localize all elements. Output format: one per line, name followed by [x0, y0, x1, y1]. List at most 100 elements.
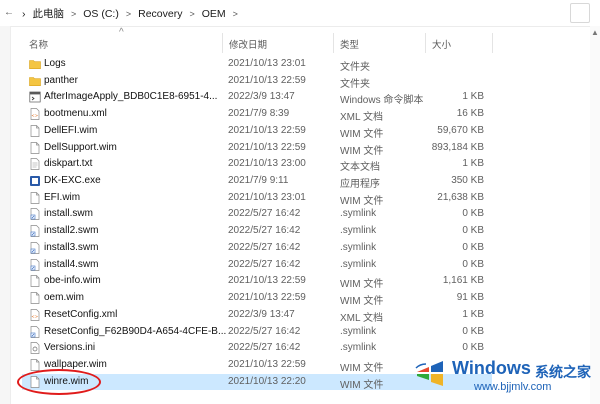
column-name[interactable]: 名称 [29, 37, 48, 51]
file-name: ResetConfig.xml [44, 308, 118, 320]
exe-icon [29, 175, 41, 187]
symlink-icon [29, 208, 41, 221]
file-name: AfterImageApply_BDB0C1E8-6951-4... [44, 91, 218, 103]
file-type: XML 文档 [340, 112, 383, 124]
column-divider[interactable] [425, 33, 426, 53]
file-name: oem.wim [44, 292, 85, 304]
file-date: 2021/10/13 22:20 [228, 375, 306, 387]
file-row[interactable]: ResetConfig_F62B90D4-A654-4CFE-B... 2022/… [22, 324, 492, 340]
file-name: DellEFI.wim [44, 124, 98, 136]
file-name: install4.swm [44, 258, 99, 270]
file-type: .symlink [340, 241, 377, 253]
breadcrumb-item[interactable]: 此电脑 [33, 6, 65, 21]
file-size: 1 KB [462, 158, 484, 170]
svg-text:<>: <> [31, 113, 38, 118]
file-type: WIM 文件 [340, 195, 384, 207]
file-size: 1 KB [462, 91, 484, 103]
column-header: ^ 名称 修改日期 类型 大小 [0, 26, 600, 56]
watermark-url: www.bjjmlv.com [474, 381, 552, 393]
watermark: Windows 系统之家 www.bjjmlv.com [414, 354, 600, 398]
file-type: .symlink [340, 208, 377, 220]
file-size: 893,184 KB [431, 141, 484, 153]
file-type: .symlink [340, 325, 377, 337]
file-type: 文本文档 [340, 162, 380, 174]
symlink-icon [29, 225, 41, 238]
file-date: 2022/3/9 13:47 [228, 91, 295, 103]
file-size: 1 KB [462, 308, 484, 320]
file-row[interactable]: Logs 2021/10/13 23:01 文件夹 [22, 56, 492, 73]
file-size: 0 KB [462, 325, 484, 337]
file-row[interactable]: AfterImageApply_BDB0C1E8-6951-4... 2022/3… [22, 89, 492, 106]
xml-icon: <> [29, 308, 41, 321]
breadcrumb-item[interactable]: OEM [202, 8, 226, 20]
highlight-circle [17, 369, 101, 395]
file-row[interactable]: panther 2021/10/13 22:59 文件夹 [22, 73, 492, 90]
file-row[interactable]: DellSupport.wim 2021/10/13 22:59 WIM 文件 893… [22, 140, 492, 157]
address-bar[interactable]: ← › 此电脑 > OS (C:) > Recovery > OEM > [0, 0, 600, 27]
file-size: 0 KB [462, 208, 484, 220]
breadcrumb-item[interactable]: OS (C:) [83, 8, 119, 20]
file-row[interactable]: obe-info.wim 2021/10/13 22:59 WIM 文件 1,161 … [22, 273, 492, 290]
file-name: install.swm [44, 208, 93, 220]
file-icon [29, 125, 41, 137]
file-row[interactable]: install2.swm 2022/5/27 16:42 .symlink 0 KB [22, 223, 492, 239]
column-divider[interactable] [333, 33, 334, 53]
file-type: WIM 文件 [340, 145, 384, 157]
file-date: 2022/5/27 16:42 [228, 258, 301, 270]
script-icon [29, 91, 41, 103]
file-size: 0 KB [462, 342, 484, 354]
scroll-up-icon[interactable]: ▲ [591, 28, 599, 37]
file-row[interactable]: <> bootmenu.xml 2021/7/9 8:39 XML 文档 16 KB [22, 106, 492, 124]
svg-text:<>: <> [31, 314, 38, 319]
folder-icon [29, 75, 41, 87]
column-size[interactable]: 大小 [432, 37, 451, 51]
breadcrumb-item[interactable]: Recovery [138, 8, 182, 20]
column-divider[interactable] [222, 33, 223, 53]
file-type: 文件夹 [340, 78, 370, 90]
column-type[interactable]: 类型 [340, 37, 359, 51]
file-name: Versions.ini [44, 342, 96, 354]
file-type: 应用程序 [340, 179, 380, 191]
file-type: .symlink [340, 258, 377, 270]
column-date[interactable]: 修改日期 [229, 37, 267, 51]
file-row[interactable]: DK-EXC.exe 2021/7/9 9:11 应用程序 350 KB [22, 173, 492, 191]
breadcrumb-separator: > [232, 8, 238, 19]
file-row[interactable]: <> ResetConfig.xml 2022/3/9 13:47 XML 文档 1 K… [22, 307, 492, 324]
watermark-title: Windows [452, 358, 531, 378]
symlink-icon [29, 325, 41, 338]
file-row[interactable]: install4.swm 2022/5/27 16:42 .symlink 0 KB [22, 257, 492, 273]
file-row[interactable]: diskpart.txt 2021/10/13 23:00 文本文档 1 KB [22, 156, 492, 174]
file-icon [29, 359, 41, 371]
file-date: 2021/10/13 22:59 [228, 124, 306, 136]
file-row[interactable]: install3.swm 2022/5/27 16:42 .symlink 0 KB [22, 240, 492, 256]
vertical-scrollbar[interactable]: ▲ [590, 26, 600, 404]
file-row[interactable]: DellEFI.wim 2021/10/13 22:59 WIM 文件 59,670 … [22, 123, 492, 140]
file-row[interactable]: EFI.wim 2021/10/13 23:01 WIM 文件 21,638 KB [22, 190, 492, 207]
column-divider[interactable] [492, 33, 493, 53]
breadcrumb: › 此电脑 > OS (C:) > Recovery > OEM > [22, 6, 238, 21]
file-size: 350 KB [451, 175, 484, 187]
file-row[interactable]: oem.wim 2021/10/13 22:59 WIM 文件 91 KB [22, 290, 492, 307]
file-size: 91 KB [456, 292, 484, 304]
file-date: 2022/5/27 16:42 [228, 241, 301, 253]
file-row[interactable]: install.swm 2022/5/27 16:42 .symlink 0 KB [22, 206, 492, 222]
file-name: install2.swm [44, 225, 99, 237]
file-type: WIM 文件 [340, 128, 384, 140]
file-type: WIM 文件 [340, 379, 384, 391]
navigation-pane-edge [0, 26, 11, 404]
file-name: bootmenu.xml [44, 108, 107, 120]
file-date: 2021/7/9 8:39 [228, 108, 290, 120]
file-name: obe-info.wim [44, 275, 101, 287]
symlink-icon [29, 242, 41, 254]
file-icon [29, 275, 41, 288]
breadcrumb-separator: > [125, 8, 132, 19]
file-size: 21,638 KB [437, 191, 484, 203]
breadcrumb-separator: > [71, 8, 77, 19]
windows-logo-icon [415, 361, 443, 386]
refresh-button[interactable] [570, 3, 590, 23]
file-icon [29, 191, 41, 204]
back-arrow-icon[interactable]: ← [4, 7, 14, 18]
file-size: 16 KB [456, 108, 484, 120]
file-name: EFI.wim [44, 191, 81, 203]
file-size: 0 KB [462, 258, 484, 270]
